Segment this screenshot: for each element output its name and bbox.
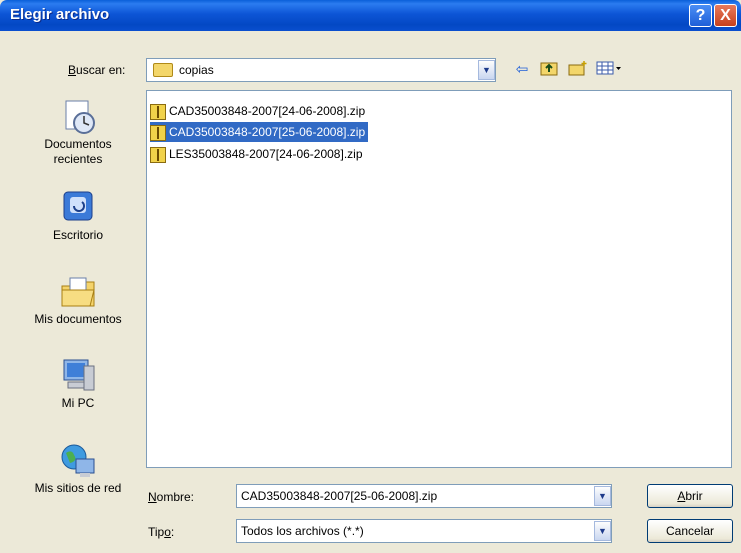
lookin-label: Buscar en: xyxy=(68,63,126,77)
title-bar: Elegir archivo ? X xyxy=(0,0,741,31)
chevron-down-icon[interactable]: ▼ xyxy=(594,486,611,506)
file-name: CAD35003848-2007[24-06-2008].zip xyxy=(169,104,366,118)
zip-file-icon xyxy=(150,124,166,141)
back-arrow-icon[interactable]: ⇦ xyxy=(510,60,534,80)
open-button[interactable]: Abrir xyxy=(647,484,733,508)
views-menu-icon[interactable] xyxy=(594,60,624,80)
filetype-value: Todos los archivos (*.*) xyxy=(241,524,364,538)
place-label: Mis documentos xyxy=(34,312,122,326)
place-label: Escritorio xyxy=(52,228,103,242)
file-list[interactable]: CAD35003848-2007[24-06-2008].zip CAD3500… xyxy=(146,90,732,468)
help-button[interactable]: ? xyxy=(689,4,712,27)
list-item[interactable]: CAD35003848-2007[24-06-2008].zip xyxy=(150,101,368,121)
cancel-button[interactable]: Cancelar xyxy=(647,519,733,543)
close-button[interactable]: X xyxy=(714,4,737,27)
my-documents-icon xyxy=(58,272,98,312)
network-places-icon xyxy=(58,441,98,481)
lookin-combo[interactable]: copias ▼ xyxy=(146,58,496,82)
list-item[interactable]: LES35003848-2007[24-06-2008].zip xyxy=(150,144,366,164)
my-computer-icon xyxy=(58,356,98,396)
place-mycomputer[interactable]: Mi PC xyxy=(22,356,134,411)
list-item-selected[interactable]: CAD35003848-2007[25-06-2008].zip xyxy=(150,122,369,142)
recent-documents-icon xyxy=(58,97,98,137)
new-folder-icon[interactable] xyxy=(566,60,590,80)
filename-combo[interactable]: CAD35003848-2007[25-06-2008].zip ▼ xyxy=(236,484,612,508)
place-network[interactable]: Mis sitios de red xyxy=(22,441,134,496)
place-mydocuments[interactable]: Mis documentos xyxy=(22,272,134,327)
filetype-label: Tipo: xyxy=(148,525,175,539)
chevron-down-icon[interactable]: ▼ xyxy=(594,521,611,541)
file-name: CAD35003848-2007[25-06-2008].zip xyxy=(169,125,366,139)
desktop-icon xyxy=(58,188,98,228)
zip-file-icon xyxy=(150,146,166,163)
filename-value: CAD35003848-2007[25-06-2008].zip xyxy=(241,489,438,503)
place-label: Mi PC xyxy=(61,396,95,410)
chevron-down-icon[interactable]: ▼ xyxy=(478,60,495,80)
filename-label: Nombre: xyxy=(148,490,195,504)
file-name: LES35003848-2007[24-06-2008].zip xyxy=(169,147,363,161)
place-label: Documentos recientes xyxy=(44,137,112,166)
place-label: Mis sitios de red xyxy=(34,481,122,495)
place-desktop[interactable]: Escritorio xyxy=(22,188,134,243)
file-dialog: Elegir archivo ? X Buscar en: copias ▼ ⇦… xyxy=(0,0,741,553)
place-recent[interactable]: Documentos recientes xyxy=(22,97,134,167)
zip-file-icon xyxy=(150,103,166,120)
dialog-title: Elegir archivo xyxy=(10,6,110,23)
lookin-value: copias xyxy=(179,63,214,77)
filetype-combo[interactable]: Todos los archivos (*.*) ▼ xyxy=(236,519,612,543)
folder-icon xyxy=(153,63,173,77)
up-folder-icon[interactable] xyxy=(537,60,561,80)
